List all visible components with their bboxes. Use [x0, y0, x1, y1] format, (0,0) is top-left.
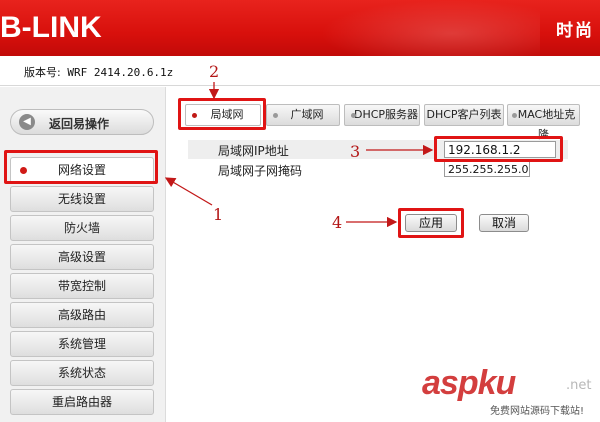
annotation-arrows [164, 82, 434, 228]
arrow-to-network-settings [164, 177, 213, 206]
watermark-suffix: .net [566, 378, 592, 393]
watermark-logo: aspku [422, 364, 516, 402]
watermark-caption: 免费网站源码下载站! [488, 402, 587, 417]
